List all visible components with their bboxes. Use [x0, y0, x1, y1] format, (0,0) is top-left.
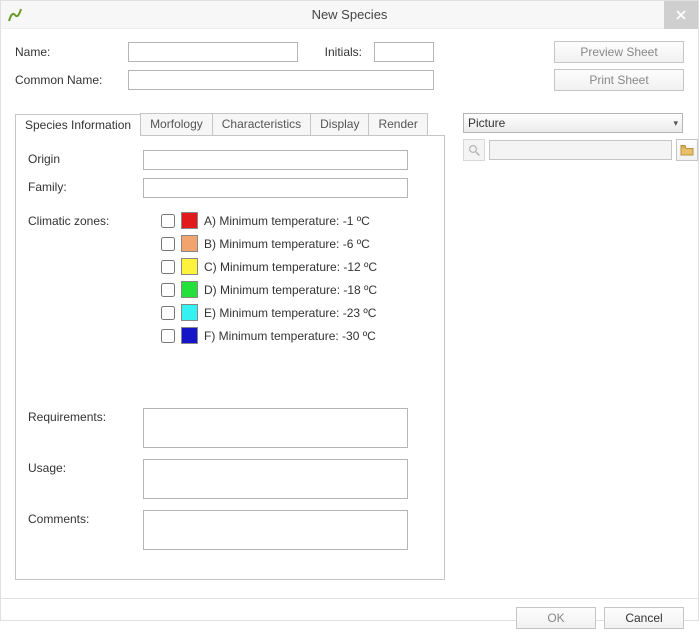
climatic-zone-row: F) Minimum temperature: -30 ºC	[161, 327, 432, 344]
climatic-zone-row: C) Minimum temperature: -12 ºC	[161, 258, 432, 275]
tab-strip: Species Information Morfology Characteri…	[15, 113, 445, 135]
close-button[interactable]	[664, 1, 698, 29]
separator	[1, 598, 698, 599]
tab-display[interactable]: Display	[310, 113, 369, 135]
preview-sheet-button[interactable]: Preview Sheet	[554, 41, 684, 63]
picture-combo[interactable]: Picture ▾	[463, 113, 683, 133]
name-input[interactable]	[128, 42, 298, 62]
zone-checkbox[interactable]	[161, 237, 175, 251]
zone-text: E) Minimum temperature: -23 ºC	[204, 306, 376, 320]
family-input[interactable]	[143, 178, 408, 198]
climatic-zone-row: E) Minimum temperature: -23 ºC	[161, 304, 432, 321]
zone-checkbox[interactable]	[161, 283, 175, 297]
family-label: Family:	[28, 178, 143, 194]
origin-input[interactable]	[143, 150, 408, 170]
tab-render[interactable]: Render	[368, 113, 427, 135]
zone-color-swatch	[181, 304, 198, 321]
zone-text: C) Minimum temperature: -12 ºC	[204, 260, 377, 274]
comments-label: Comments:	[28, 510, 143, 526]
zone-checkbox[interactable]	[161, 260, 175, 274]
name-label: Name:	[15, 45, 120, 59]
requirements-label: Requirements:	[28, 408, 143, 424]
chevron-down-icon: ▾	[673, 118, 678, 129]
common-name-input[interactable]	[128, 70, 434, 90]
zone-text: B) Minimum temperature: -6 ºC	[204, 237, 370, 251]
initials-input[interactable]	[374, 42, 434, 62]
zone-checkbox[interactable]	[161, 329, 175, 343]
search-icon	[463, 139, 485, 161]
zone-text: A) Minimum temperature: -1 ºC	[204, 214, 370, 228]
climatic-zone-list: A) Minimum temperature: -1 ºC B) Minimum …	[161, 212, 432, 350]
usage-input[interactable]	[143, 459, 408, 499]
picture-combo-label: Picture	[468, 116, 505, 130]
zone-checkbox[interactable]	[161, 306, 175, 320]
print-sheet-button[interactable]: Print Sheet	[554, 69, 684, 91]
tab-body: Origin Family: Climatic zones: A) Minimu…	[15, 135, 445, 580]
zone-text: D) Minimum temperature: -18 ºC	[204, 283, 377, 297]
usage-label: Usage:	[28, 459, 143, 475]
climatic-zones-label: Climatic zones:	[28, 212, 143, 228]
tab-species-information[interactable]: Species Information	[15, 114, 141, 136]
climatic-zone-row: A) Minimum temperature: -1 ºC	[161, 212, 432, 229]
picture-path-input	[489, 140, 672, 160]
title-bar: New Species	[1, 1, 698, 29]
zone-color-swatch	[181, 212, 198, 229]
origin-label: Origin	[28, 150, 143, 166]
window-title: New Species	[1, 7, 698, 22]
initials-label: Initials:	[306, 45, 366, 59]
tab-morfology[interactable]: Morfology	[140, 113, 213, 135]
cancel-button[interactable]: Cancel	[604, 607, 684, 629]
zone-color-swatch	[181, 258, 198, 275]
tab-characteristics[interactable]: Characteristics	[212, 113, 311, 135]
requirements-input[interactable]	[143, 408, 408, 448]
zone-color-swatch	[181, 327, 198, 344]
common-name-label: Common Name:	[15, 73, 120, 87]
comments-input[interactable]	[143, 510, 408, 550]
zone-checkbox[interactable]	[161, 214, 175, 228]
browse-folder-button[interactable]	[676, 139, 698, 161]
climatic-zone-row: D) Minimum temperature: -18 ºC	[161, 281, 432, 298]
climatic-zone-row: B) Minimum temperature: -6 ºC	[161, 235, 432, 252]
zone-text: F) Minimum temperature: -30 ºC	[204, 329, 376, 343]
zone-color-swatch	[181, 281, 198, 298]
ok-button[interactable]: OK	[516, 607, 596, 629]
zone-color-swatch	[181, 235, 198, 252]
